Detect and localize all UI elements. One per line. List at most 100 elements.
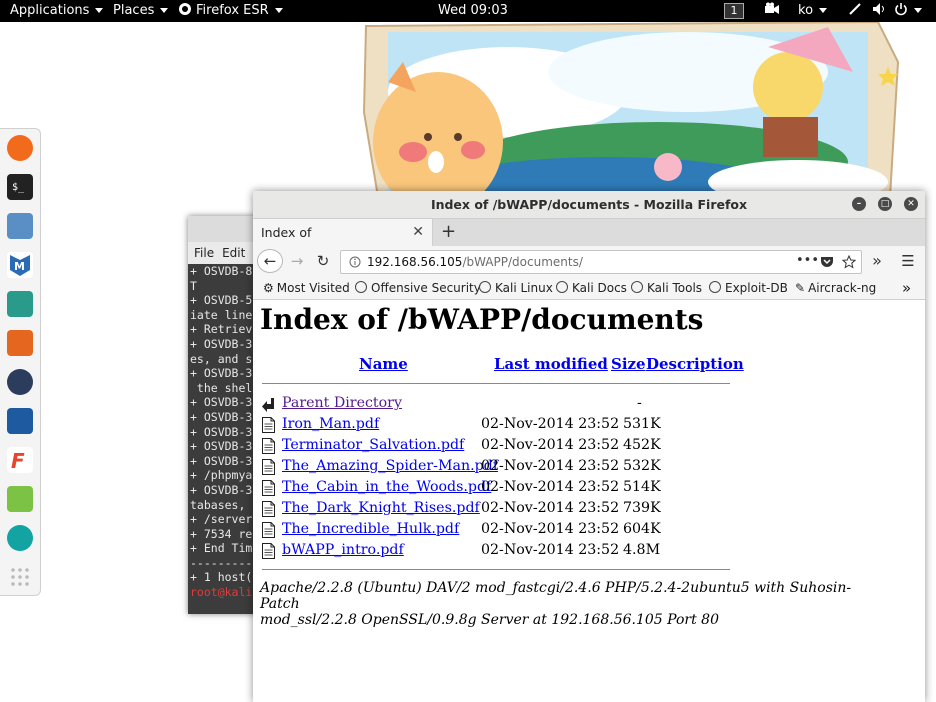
document-icon: [262, 438, 275, 454]
video-icon[interactable]: [764, 0, 780, 22]
column-name-link[interactable]: Name: [359, 355, 408, 373]
firefox-app-menu[interactable]: Firefox ESR: [178, 0, 283, 22]
pen-icon[interactable]: [848, 0, 862, 22]
svg-text:M: M: [14, 260, 25, 273]
workspace-indicator[interactable]: 1: [724, 0, 744, 22]
input-method-menu[interactable]: ko: [798, 0, 828, 22]
parent-directory-link[interactable]: Parent Directory: [282, 395, 402, 411]
maximize-button[interactable]: □: [878, 197, 892, 211]
bookmark-star-icon[interactable]: [842, 255, 856, 269]
file-size: 531K: [623, 416, 661, 432]
workspace-number: 1: [724, 3, 744, 19]
file-link[interactable]: Iron_Man.pdf: [282, 416, 379, 432]
url-path: /bWAPP/documents/: [462, 255, 583, 269]
column-modified-link[interactable]: Last modified: [494, 355, 608, 373]
svg-text:$_: $_: [12, 182, 25, 193]
file-row: bWAPP_intro.pdf 02-Nov-2014 23:52 4.8M: [253, 541, 925, 562]
parent-directory-row: Parent Directory -: [253, 394, 925, 415]
tab-close-icon[interactable]: ✕: [412, 219, 424, 246]
document-icon: [262, 501, 275, 517]
burpsuite-icon[interactable]: [7, 330, 33, 356]
bookmark-label: Aircrack-ng: [808, 281, 877, 295]
file-link[interactable]: The_Amazing_Spider-Man.pdf: [282, 458, 498, 474]
app-grid-icon[interactable]: [7, 564, 33, 590]
info-icon[interactable]: [349, 256, 361, 268]
file-row: The_Amazing_Spider-Man.pdf 02-Nov-2014 23…: [253, 457, 925, 478]
file-modified: 02-Nov-2014 23:52: [481, 500, 620, 516]
volume-icon[interactable]: [872, 0, 886, 22]
leafpad-icon[interactable]: [7, 486, 33, 512]
globe-icon: [631, 281, 643, 293]
forward-button[interactable]: →: [287, 249, 307, 273]
window-title: Index of /bWAPP/documents - Mozilla Fire…: [430, 197, 748, 212]
firefox-icon: [179, 3, 191, 15]
page-content: Index of /bWAPP/documents Name Last modi…: [253, 299, 925, 702]
overflow-chevron-icon[interactable]: »: [869, 249, 885, 273]
bookmark-label: Kali Docs: [572, 281, 627, 295]
tab-active[interactable]: Index of /bWAPP/documents ✕: [253, 219, 433, 267]
menu-file[interactable]: File: [194, 246, 214, 260]
file-size: 514K: [623, 479, 661, 495]
file-link[interactable]: The_Incredible_Hulk.pdf: [282, 521, 459, 537]
file-modified: 02-Nov-2014 23:52: [481, 416, 620, 432]
files-icon[interactable]: [7, 213, 33, 239]
file-row: The_Cabin_in_the_Woods.pdf 02-Nov-2014 23…: [253, 478, 925, 499]
server-signature-line: Apache/2.2.8 (Ubuntu) DAV/2 mod_fastcgi/…: [260, 580, 852, 612]
document-icon: [262, 480, 275, 496]
terminal-icon[interactable]: $_: [7, 174, 33, 200]
power-menu[interactable]: [894, 0, 922, 22]
bookmark-most-visited[interactable]: ⚙ Most Visited: [263, 277, 350, 299]
clock[interactable]: Wed 09:03: [438, 0, 508, 22]
firefox-window: Index of /bWAPP/documents - Mozilla Fire…: [253, 191, 925, 702]
globe-icon: [479, 281, 491, 293]
file-modified: 02-Nov-2014 23:52: [481, 437, 620, 453]
back-arrow-icon: [262, 398, 274, 412]
document-icon: [262, 543, 275, 559]
column-size-link[interactable]: Size: [611, 355, 646, 373]
bookmark-kali-docs[interactable]: Kali Docs: [556, 277, 627, 299]
beef-icon[interactable]: [7, 408, 33, 434]
bookmark-label: Most Visited: [276, 281, 350, 295]
armitage-icon[interactable]: [7, 291, 33, 317]
places-menu[interactable]: Places: [113, 0, 169, 22]
column-description-link[interactable]: Description: [646, 355, 744, 373]
menu-edit[interactable]: Edit: [222, 246, 245, 260]
bookmark-label: Offensive Security: [371, 281, 481, 295]
document-icon: [262, 459, 275, 475]
bookmark-kali-linux[interactable]: Kali Linux: [479, 277, 553, 299]
file-row: Iron_Man.pdf 02-Nov-2014 23:52 531K: [253, 415, 925, 436]
file-link[interactable]: Terminator_Salvation.pdf: [282, 437, 464, 453]
new-tab-button[interactable]: +: [441, 219, 456, 246]
bookmark-kali-tools[interactable]: Kali Tools: [631, 277, 702, 299]
reload-button[interactable]: ↻: [313, 249, 333, 273]
wallpaper-artwork: [362, 22, 900, 197]
firefox-icon[interactable]: [7, 135, 33, 161]
bookmarks-overflow-icon[interactable]: »: [902, 277, 911, 299]
cherrytree-icon[interactable]: [7, 525, 33, 551]
minimize-button[interactable]: –: [852, 197, 866, 211]
hamburger-menu-icon[interactable]: ☰: [899, 249, 917, 273]
faraday-icon[interactable]: F: [7, 447, 33, 473]
close-button[interactable]: ✕: [904, 197, 918, 211]
bookmark-exploit-db[interactable]: Exploit-DB: [709, 277, 788, 299]
url-bar[interactable]: 192.168.56.105/bWAPP/documents/ •••: [340, 250, 862, 274]
gear-icon: ⚙: [263, 281, 274, 295]
page-actions-icon[interactable]: •••: [796, 250, 819, 272]
input-method-label: ko: [798, 3, 814, 18]
file-size: 739K: [623, 500, 661, 516]
bookmark-aircrack-ng[interactable]: ✎ Aircrack-ng: [795, 277, 876, 299]
bookmark-label: Kali Tools: [647, 281, 703, 295]
chevron-down-icon: [160, 8, 169, 13]
back-button[interactable]: ←: [257, 249, 283, 273]
bookmark-offensive-security[interactable]: Offensive Security: [355, 277, 481, 299]
file-link[interactable]: The_Cabin_in_the_Woods.pdf: [282, 479, 491, 495]
metasploit-icon[interactable]: M: [7, 252, 33, 278]
bookmark-label: Exploit-DB: [725, 281, 788, 295]
applications-menu[interactable]: Applications: [10, 0, 104, 22]
server-signature-line: mod_ssl/2.2.8 OpenSSL/0.9.8g Server at 1…: [260, 612, 719, 628]
file-link[interactable]: The_Dark_Knight_Rises.pdf: [282, 500, 480, 516]
pocket-icon[interactable]: [820, 255, 834, 269]
maltego-icon[interactable]: [7, 369, 33, 395]
file-link[interactable]: bWAPP_intro.pdf: [282, 542, 404, 558]
window-titlebar[interactable]: Index of /bWAPP/documents - Mozilla Fire…: [253, 191, 925, 219]
